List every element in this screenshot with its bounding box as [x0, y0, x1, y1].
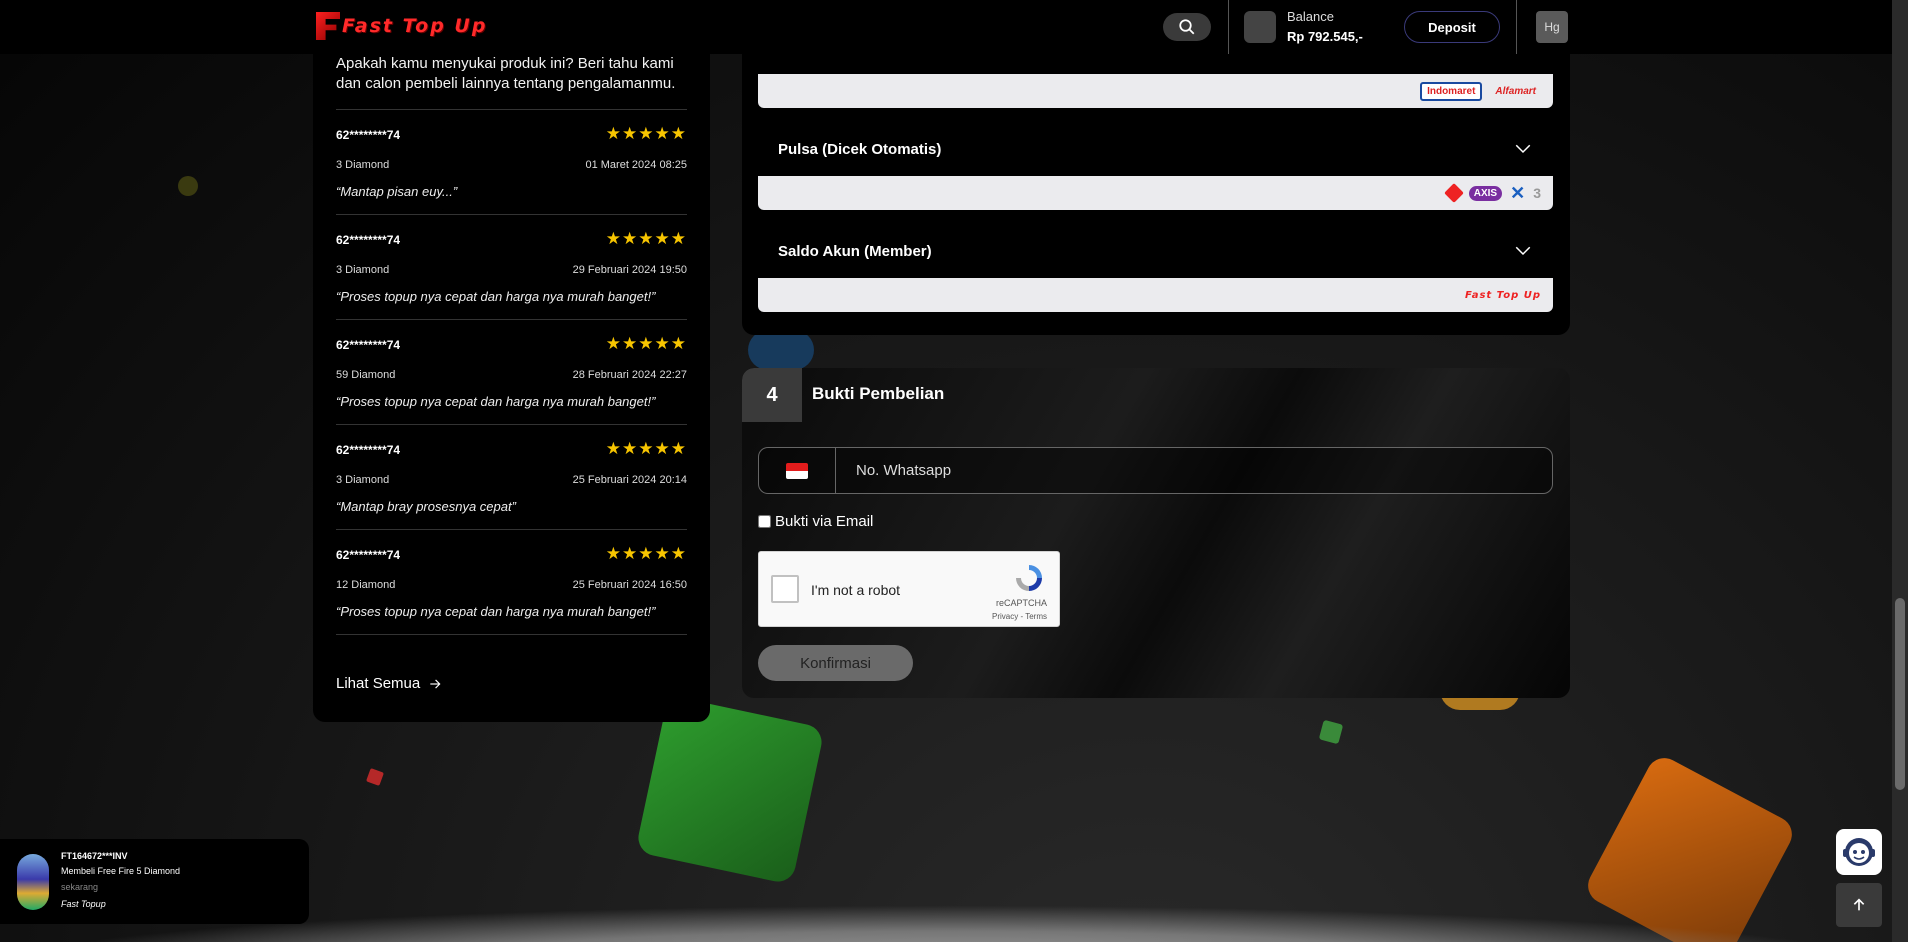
review-item: 62********74 ★★★★★ 3 Diamond 25 Februari 20…: [336, 425, 687, 530]
retail-payment-strip[interactable]: Indomaret Alfamart: [758, 74, 1553, 108]
divider: [1516, 0, 1517, 54]
toast-order-id: FT164672***INV: [61, 851, 128, 861]
search-button[interactable]: [1163, 13, 1211, 41]
arrow-up-icon: [1853, 898, 1865, 911]
review-text: “Mantap bray prosesnya cepat”: [336, 499, 516, 514]
confirm-button[interactable]: Konfirmasi: [758, 645, 913, 681]
reviewer-name: 62********74: [336, 443, 401, 457]
recaptcha-brand: reCAPTCHA: [995, 598, 1047, 608]
review-product: 3 Diamond: [336, 159, 390, 171]
see-all-label: Lihat Semua: [336, 675, 421, 692]
logo-mark-icon: [316, 12, 340, 40]
email-proof-label: Bukti via Email: [775, 513, 874, 530]
decorative-cube: [635, 695, 825, 885]
review-date: 25 Februari 2024 20:14: [572, 474, 687, 486]
review-text: “Proses topup nya cepat dan harga nya mu…: [336, 604, 656, 619]
review-date: 01 Maret 2024 08:25: [585, 159, 687, 171]
page-scrollbar[interactable]: [1892, 0, 1908, 942]
telkomsel-logo-icon: [1443, 183, 1464, 203]
step-number: 4: [742, 368, 802, 422]
star-rating: ★★★★★: [605, 544, 687, 563]
whatsapp-field: [758, 447, 1553, 494]
axis-logo: AXIS: [1468, 185, 1503, 201]
recaptcha-label: I'm not a robot: [811, 582, 901, 598]
pulsa-title[interactable]: Pulsa (Dicek Otomatis): [778, 141, 941, 158]
saldo-payment-strip[interactable]: Fast Top Up: [758, 278, 1553, 312]
game-thumbnail: [17, 854, 49, 910]
avatar[interactable]: Hg: [1536, 11, 1568, 43]
review-product: 12 Diamond: [336, 579, 396, 591]
toast-source: Fast Topup: [61, 899, 106, 909]
decorative-dot: [178, 176, 198, 196]
recent-purchase-toast: FT164672***INV Membeli Free Fire 5 Diamo…: [0, 839, 309, 924]
review-date: 28 Februari 2024 22:27: [572, 369, 687, 381]
review-item: 62********74 ★★★★★ 59 Diamond 28 Februari 2…: [336, 320, 687, 425]
reviewer-name: 62********74: [336, 233, 401, 247]
review-product: 3 Diamond: [336, 264, 390, 276]
email-proof-option[interactable]: Bukti via Email: [758, 513, 873, 530]
recaptcha-logo-icon: [1016, 565, 1042, 591]
chevron-down-icon[interactable]: [1514, 244, 1532, 258]
whatsapp-input[interactable]: [836, 462, 1552, 479]
chevron-down-icon[interactable]: [1514, 142, 1532, 156]
customer-support-button[interactable]: [1836, 829, 1882, 875]
recaptcha-widget: I'm not a robot reCAPTCHA Privacy - Term…: [758, 551, 1060, 627]
star-rating: ★★★★★: [605, 439, 687, 458]
divider: [1228, 0, 1229, 54]
scroll-top-button[interactable]: [1836, 883, 1882, 927]
toast-message: Membeli Free Fire 5 Diamond: [61, 866, 181, 876]
indomaret-logo: Indomaret: [1420, 81, 1483, 101]
email-proof-checkbox[interactable]: [758, 515, 771, 528]
decorative-shape: [748, 330, 814, 370]
deposit-button[interactable]: Deposit: [1404, 11, 1500, 43]
star-rating: ★★★★★: [605, 229, 687, 248]
toast-time: sekarang: [61, 882, 99, 892]
alfamart-logo: Alfamart: [1495, 85, 1536, 97]
three-logo-icon: 3: [1533, 185, 1541, 201]
indonesia-flag-icon: [786, 462, 808, 479]
scrollbar-thumb[interactable]: [1895, 598, 1905, 790]
reviewer-name: 62********74: [336, 128, 401, 142]
section-title: Bukti Pembelian: [812, 384, 945, 403]
see-all-link[interactable]: Lihat Semua: [336, 675, 442, 692]
review-panel: Apakah kamu menyukai produk ini? Beri ta…: [313, 0, 710, 722]
fast-top-up-logo: Fast Top Up: [1465, 289, 1541, 301]
pulsa-payment-strip[interactable]: AXIS ✕ 3: [758, 176, 1553, 210]
arrow-right-icon: [430, 679, 441, 688]
country-code-selector[interactable]: [759, 448, 836, 493]
review-item: 62********74 ★★★★★ 12 Diamond 25 Februari 2…: [336, 530, 687, 635]
site-logo[interactable]: Fast Top Up: [316, 12, 487, 40]
balance-label: Balance: [1287, 9, 1334, 24]
balance-value: Rp 792.545,-: [1287, 29, 1363, 44]
review-text: “Mantap pisan euy...”: [336, 184, 458, 199]
review-product: 59 Diamond: [336, 369, 396, 381]
review-product: 3 Diamond: [336, 474, 390, 486]
star-rating: ★★★★★: [605, 124, 687, 143]
logo-text: Fast Top Up: [342, 15, 488, 37]
review-list: 62********74 ★★★★★ 3 Diamond 01 Maret 2024 …: [336, 110, 687, 635]
reviewer-name: 62********74: [336, 338, 401, 352]
top-navbar: Fast Top Up Balance Rp 792.545,- Deposit…: [0, 0, 1892, 54]
review-text: “Proses topup nya cepat dan harga nya mu…: [336, 289, 656, 304]
recaptcha-checkbox[interactable]: [771, 575, 799, 603]
saldo-title[interactable]: Saldo Akun (Member): [778, 243, 932, 260]
search-icon: [1179, 19, 1195, 35]
recaptcha-links[interactable]: Privacy - Terms: [992, 612, 1047, 621]
reviewer-name: 62********74: [336, 548, 401, 562]
purchase-proof-panel: 4 Bukti Pembelian Bukti via Email I'm no…: [742, 368, 1570, 698]
review-intro: Apakah kamu menyukai produk ini? Beri ta…: [336, 54, 687, 110]
review-item: 62********74 ★★★★★ 3 Diamond 01 Maret 2024 …: [336, 110, 687, 215]
wallet-icon: [1244, 11, 1276, 43]
review-date: 25 Februari 2024 16:50: [572, 579, 687, 591]
review-text: “Proses topup nya cepat dan harga nya mu…: [336, 394, 656, 409]
support-agent-icon: [1843, 838, 1875, 866]
review-item: 62********74 ★★★★★ 3 Diamond 29 Februari 20…: [336, 215, 687, 320]
review-date: 29 Februari 2024 19:50: [572, 264, 687, 276]
star-rating: ★★★★★: [605, 334, 687, 353]
xl-logo-icon: ✕: [1510, 182, 1526, 203]
